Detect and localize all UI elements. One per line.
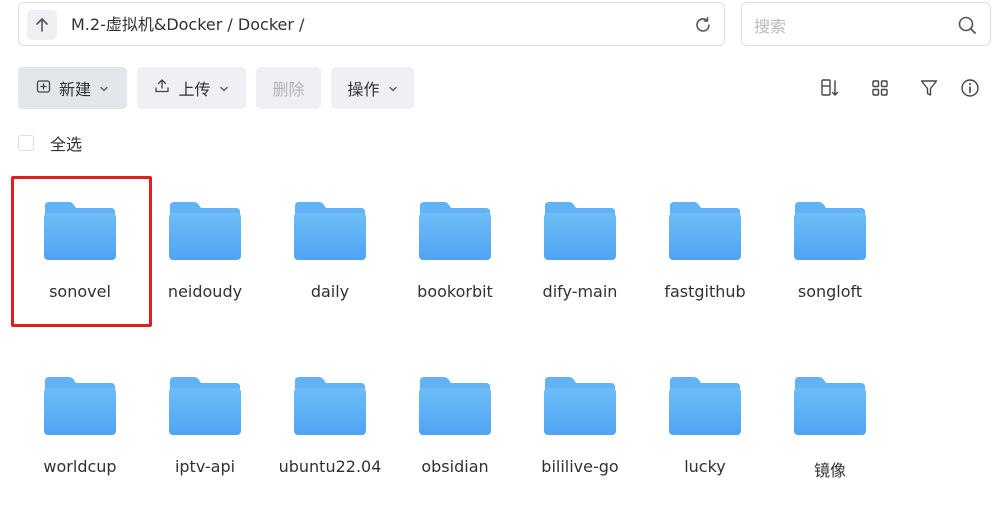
folder-icon <box>669 202 741 260</box>
folder-icon <box>169 377 241 435</box>
select-all-checkbox[interactable] <box>18 135 34 151</box>
folder-icon <box>419 377 491 435</box>
folder-item[interactable]: daily <box>265 178 395 318</box>
folder-item[interactable]: bookorbit <box>390 178 520 318</box>
highlight-box <box>11 176 152 327</box>
upload-button[interactable]: 上传 <box>137 67 246 109</box>
search-input[interactable] <box>752 11 956 41</box>
search-icon[interactable] <box>956 14 978 36</box>
folder-item[interactable]: iptv-api <box>140 353 270 493</box>
folder-item[interactable]: lucky <box>640 353 770 493</box>
new-button[interactable]: 新建 <box>18 67 127 109</box>
refresh-icon[interactable] <box>692 14 714 36</box>
folder-name: songloft <box>797 282 863 301</box>
folder-item[interactable]: neidoudy <box>140 178 270 318</box>
actions-button-label: 操作 <box>347 80 380 99</box>
folder-item[interactable]: dify-main <box>515 178 645 318</box>
chevron-down-icon <box>99 79 109 98</box>
folder-name: 镜像 <box>813 461 846 480</box>
folder-item[interactable]: fastgithub <box>640 178 770 318</box>
select-all-label: 全选 <box>50 135 83 154</box>
folder-icon <box>794 377 866 435</box>
folder-item[interactable]: ubuntu22.04 <box>265 353 395 493</box>
arrow-up-icon[interactable] <box>27 10 57 40</box>
search-box[interactable] <box>741 2 991 46</box>
delete-button-label: 删除 <box>272 80 305 99</box>
folder-icon <box>169 202 241 260</box>
delete-button[interactable]: 删除 <box>256 67 321 109</box>
info-icon[interactable] <box>958 76 982 100</box>
folder-item[interactable]: songloft <box>765 178 895 318</box>
select-all[interactable]: 全选 <box>18 131 82 155</box>
sort-icon[interactable] <box>818 76 842 100</box>
upload-button-label: 上传 <box>178 80 211 99</box>
folder-icon <box>419 202 491 260</box>
breadcrumb-path[interactable]: M.2-虚拟机&Docker / Docker / <box>71 3 304 47</box>
new-file-icon <box>36 79 51 98</box>
actions-button[interactable]: 操作 <box>331 67 414 109</box>
filter-icon[interactable] <box>917 76 941 100</box>
upload-icon <box>154 78 170 98</box>
chevron-down-icon <box>219 79 229 98</box>
folder-item[interactable]: obsidian <box>390 353 520 493</box>
folder-icon <box>669 377 741 435</box>
path-bar[interactable]: M.2-虚拟机&Docker / Docker / <box>18 2 725 46</box>
new-button-label: 新建 <box>58 80 91 99</box>
folder-icon <box>294 202 366 260</box>
grid-view-icon[interactable] <box>868 76 892 100</box>
folder-item[interactable]: bililive-go <box>515 353 645 493</box>
folder-icon <box>294 377 366 435</box>
folder-icon <box>44 377 116 435</box>
folder-icon <box>544 202 616 260</box>
folder-item[interactable]: worldcup <box>15 353 145 493</box>
folder-icon <box>544 377 616 435</box>
chevron-down-icon <box>388 79 398 98</box>
folder-icon <box>794 202 866 260</box>
folder-item[interactable]: 镜像 <box>765 353 895 493</box>
